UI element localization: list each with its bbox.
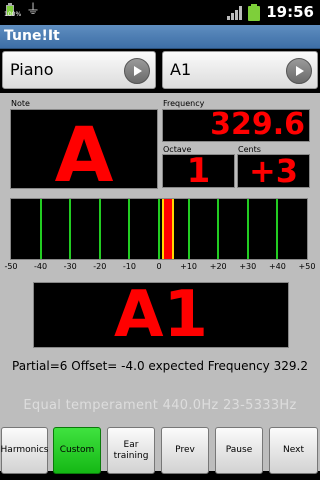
note-display: A <box>10 109 158 189</box>
pause-button[interactable]: Pause <box>215 427 263 474</box>
prev-button[interactable]: Prev <box>161 427 209 474</box>
scale-label: +20 <box>209 262 227 271</box>
meter-tick <box>246 199 249 259</box>
scale-label: +10 <box>180 262 198 271</box>
cents-label: Cents <box>238 145 261 154</box>
note-label: Note <box>11 99 30 108</box>
scale-label: +40 <box>268 262 286 271</box>
scale-label: +30 <box>239 262 257 271</box>
note-value: A1 <box>170 60 192 79</box>
partial-info: Partial=6 Offset= -4.0 expected Frequenc… <box>12 359 308 373</box>
octave-label: Octave <box>163 145 192 154</box>
chevron-right-icon[interactable] <box>124 58 150 84</box>
scale-label: -50 <box>4 262 18 271</box>
meter-tick <box>98 199 101 259</box>
note-selector[interactable]: A1 <box>162 51 318 89</box>
scale-label: -30 <box>63 262 77 271</box>
frequency-label: Frequency <box>163 99 205 108</box>
scale-label: -10 <box>122 262 136 271</box>
signal-icon <box>227 5 243 20</box>
octave-display: 1 <box>162 154 235 188</box>
next-button[interactable]: Next <box>269 427 318 474</box>
result-note: A1 <box>113 278 209 352</box>
custom-button[interactable]: Custom <box>53 427 101 474</box>
cents-readout: +3 <box>248 154 299 188</box>
harmonics-button[interactable]: Harmonics <box>1 427 48 474</box>
battery-percent: 100% <box>4 11 22 18</box>
meter-tick <box>158 199 160 259</box>
scale-label: -20 <box>93 262 107 271</box>
meter-tick <box>217 199 220 259</box>
title-bar: Tune!It <box>0 25 320 49</box>
status-bar: 100% ⏚ 19:56 <box>0 0 320 25</box>
ear-training-button[interactable]: Ear training <box>107 427 155 474</box>
scale-label: +50 <box>298 262 316 271</box>
usb-icon: ⏚ <box>26 2 40 18</box>
chevron-right-icon[interactable] <box>286 58 312 84</box>
instrument-selector[interactable]: Piano <box>2 51 156 89</box>
frequency-readout: 329.6 <box>210 109 305 142</box>
cents-display: +3 <box>237 154 310 188</box>
app-title: Tune!It <box>4 28 60 44</box>
meter-tick <box>128 199 131 259</box>
note-readout: A <box>54 110 114 189</box>
tuning-needle <box>161 199 174 259</box>
battery-full-icon: 100% <box>4 2 21 18</box>
temperament-info: Equal temperament 440.0Hz 23-5333Hz <box>23 398 297 413</box>
meter-tick <box>276 199 279 259</box>
clock: 19:56 <box>266 3 314 21</box>
scale-label: 0 <box>156 262 162 271</box>
frequency-display: 329.6 <box>162 109 310 142</box>
tuning-meter <box>10 198 308 260</box>
meter-tick <box>69 199 72 259</box>
octave-readout: 1 <box>186 154 211 188</box>
scale-label: -40 <box>34 262 48 271</box>
battery-icon <box>248 3 261 21</box>
meter-tick <box>39 199 42 259</box>
meter-tick <box>187 199 190 259</box>
instrument-value: Piano <box>10 60 54 79</box>
result-display: A1 <box>33 278 289 352</box>
